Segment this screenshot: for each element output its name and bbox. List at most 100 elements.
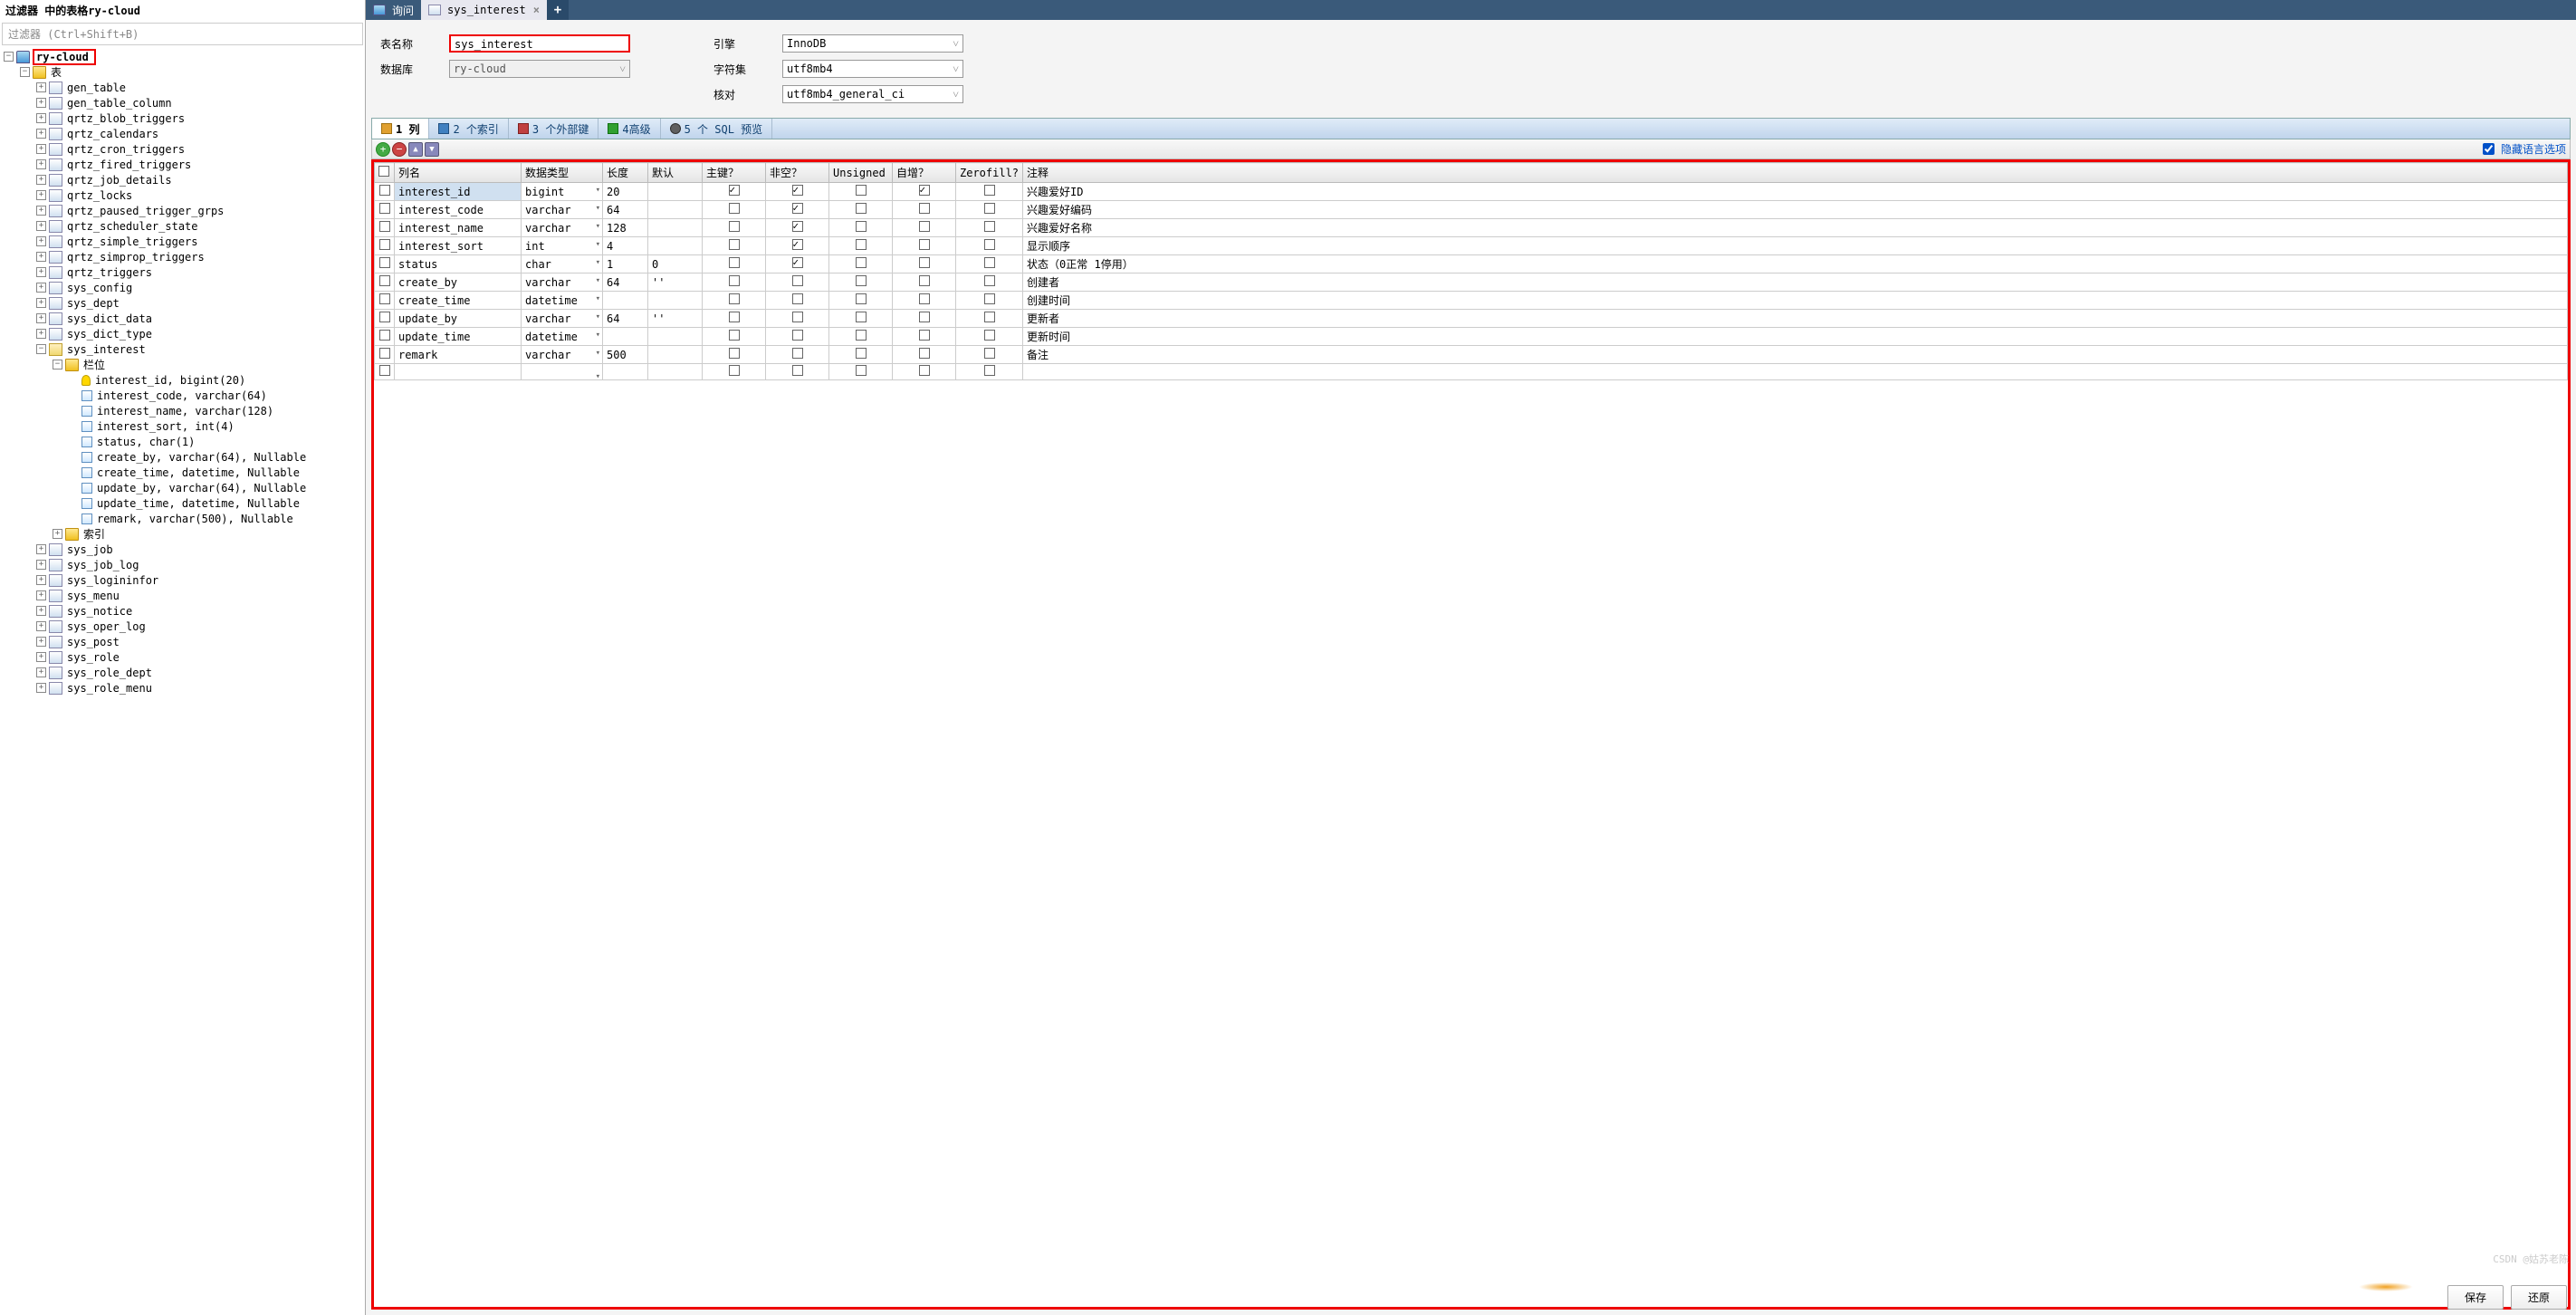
expander-icon[interactable]: + bbox=[36, 159, 46, 169]
checkbox[interactable] bbox=[919, 312, 930, 322]
subtab-indexes[interactable]: 2 个索引 bbox=[429, 119, 508, 139]
checkbox[interactable] bbox=[856, 330, 867, 341]
cell-default[interactable] bbox=[648, 346, 703, 364]
cell-type[interactable]: bigint bbox=[522, 183, 603, 201]
tree-table[interactable]: +qrtz_cron_triggers bbox=[0, 141, 365, 157]
cell-default[interactable] bbox=[648, 183, 703, 201]
cell-type[interactable]: varchar bbox=[522, 219, 603, 237]
expander-icon[interactable]: − bbox=[36, 344, 46, 354]
tree-table[interactable]: +sys_dict_data bbox=[0, 311, 365, 326]
checkbox[interactable] bbox=[856, 257, 867, 268]
checkbox[interactable] bbox=[919, 348, 930, 359]
cell-length[interactable] bbox=[603, 328, 648, 346]
expander-icon[interactable]: + bbox=[36, 98, 46, 108]
close-icon[interactable]: × bbox=[533, 4, 540, 16]
cell-comment[interactable]: 创建者 bbox=[1023, 274, 2568, 292]
tree-column[interactable]: update_by, varchar(64), Nullable bbox=[0, 480, 365, 495]
checkbox[interactable] bbox=[729, 203, 740, 214]
cell-type[interactable]: varchar bbox=[522, 346, 603, 364]
filter-input[interactable]: 过滤器 (Ctrl+Shift+B) bbox=[2, 23, 363, 45]
cell-length[interactable]: 64 bbox=[603, 274, 648, 292]
col-header[interactable]: 列名 bbox=[395, 163, 522, 183]
checkbox[interactable] bbox=[379, 221, 390, 232]
tree-table[interactable]: +qrtz_blob_triggers bbox=[0, 110, 365, 126]
tree-table[interactable]: +qrtz_locks bbox=[0, 187, 365, 203]
expander-icon[interactable]: + bbox=[36, 560, 46, 570]
tree-table[interactable]: +sys_role bbox=[0, 649, 365, 665]
cell-length[interactable]: 20 bbox=[603, 183, 648, 201]
cell-comment[interactable]: 更新者 bbox=[1023, 310, 2568, 328]
tab-query[interactable]: 询问 bbox=[366, 0, 421, 20]
checkbox[interactable] bbox=[379, 257, 390, 268]
expander-icon[interactable]: − bbox=[20, 67, 30, 77]
expander-icon[interactable]: − bbox=[53, 360, 62, 370]
checkbox[interactable] bbox=[379, 330, 390, 341]
select-collate[interactable]: utf8mb4_general_ci bbox=[782, 85, 963, 103]
expander-icon[interactable]: + bbox=[36, 82, 46, 92]
tree-table[interactable]: +qrtz_scheduler_state bbox=[0, 218, 365, 234]
checkbox[interactable] bbox=[379, 185, 390, 196]
checkbox[interactable] bbox=[729, 312, 740, 322]
cell-comment[interactable]: 兴趣爱好ID bbox=[1023, 183, 2568, 201]
checkbox[interactable] bbox=[379, 348, 390, 359]
checkbox[interactable] bbox=[984, 330, 995, 341]
checkbox[interactable] bbox=[729, 221, 740, 232]
checkbox[interactable] bbox=[984, 221, 995, 232]
table-row[interactable]: create_byvarchar64''创建者 bbox=[375, 274, 2568, 292]
move-down-button[interactable]: ▼ bbox=[425, 142, 439, 157]
subtab-foreignkeys[interactable]: 3 个外部键 bbox=[509, 119, 599, 139]
tree-table[interactable]: +qrtz_calendars bbox=[0, 126, 365, 141]
expander-icon[interactable]: + bbox=[36, 236, 46, 246]
header-checkbox[interactable] bbox=[378, 166, 389, 177]
cell-name[interactable]: create_by bbox=[395, 274, 522, 292]
input-table-name[interactable]: sys_interest bbox=[449, 34, 630, 53]
col-header[interactable]: 数据类型 bbox=[522, 163, 603, 183]
checkbox[interactable] bbox=[792, 348, 803, 359]
subtab-sql[interactable]: 5 个 SQL 预览 bbox=[661, 119, 773, 139]
cell-default[interactable]: '' bbox=[648, 310, 703, 328]
checkbox[interactable] bbox=[984, 293, 995, 304]
checkbox[interactable] bbox=[856, 239, 867, 250]
tab-new[interactable]: + bbox=[547, 0, 569, 20]
tree-table[interactable]: +sys_dict_type bbox=[0, 326, 365, 341]
cell-default[interactable] bbox=[648, 219, 703, 237]
tab-table[interactable]: sys_interest × bbox=[421, 0, 547, 20]
subtab-columns[interactable]: 1 列 bbox=[372, 119, 429, 139]
expander-icon[interactable]: + bbox=[36, 144, 46, 154]
cell-length[interactable]: 4 bbox=[603, 237, 648, 255]
col-header[interactable]: 长度 bbox=[603, 163, 648, 183]
expander-icon[interactable]: + bbox=[36, 313, 46, 323]
cell-name[interactable]: update_by bbox=[395, 310, 522, 328]
tree-table[interactable]: +sys_notice bbox=[0, 603, 365, 619]
col-header[interactable]: Zerofill? bbox=[956, 163, 1023, 183]
tree-column[interactable]: create_by, varchar(64), Nullable bbox=[0, 449, 365, 465]
cell-default[interactable]: 0 bbox=[648, 255, 703, 274]
expander-icon[interactable]: + bbox=[36, 283, 46, 293]
checkbox[interactable] bbox=[729, 239, 740, 250]
delete-button[interactable]: − bbox=[392, 142, 407, 157]
cell-name[interactable]: create_time bbox=[395, 292, 522, 310]
checkbox[interactable] bbox=[379, 293, 390, 304]
expander-icon[interactable]: + bbox=[36, 113, 46, 123]
cell-type[interactable]: datetime bbox=[522, 292, 603, 310]
tree-column[interactable]: interest_name, varchar(128) bbox=[0, 403, 365, 418]
cell-comment[interactable]: 兴趣爱好编码 bbox=[1023, 201, 2568, 219]
tree-tables-folder[interactable]: −表 bbox=[0, 64, 365, 80]
cell-type[interactable]: datetime bbox=[522, 328, 603, 346]
table-row[interactable]: statuschar10状态（0正常 1停用） bbox=[375, 255, 2568, 274]
cell-length[interactable] bbox=[603, 292, 648, 310]
expander-icon[interactable]: + bbox=[36, 575, 46, 585]
save-button[interactable]: 保存 bbox=[2447, 1285, 2504, 1310]
tree-column[interactable]: interest_code, varchar(64) bbox=[0, 388, 365, 403]
checkbox[interactable] bbox=[919, 203, 930, 214]
col-header[interactable]: 自增？ bbox=[893, 163, 956, 183]
checkbox[interactable] bbox=[919, 293, 930, 304]
checkbox[interactable] bbox=[729, 185, 740, 196]
checkbox[interactable] bbox=[856, 312, 867, 322]
tree-column[interactable]: remark, varchar(500), Nullable bbox=[0, 511, 365, 526]
tree-table[interactable]: +sys_job_log bbox=[0, 557, 365, 572]
cell-length[interactable]: 1 bbox=[603, 255, 648, 274]
checkbox[interactable] bbox=[729, 257, 740, 268]
cell-name[interactable]: interest_sort bbox=[395, 237, 522, 255]
cell-type[interactable]: varchar bbox=[522, 201, 603, 219]
